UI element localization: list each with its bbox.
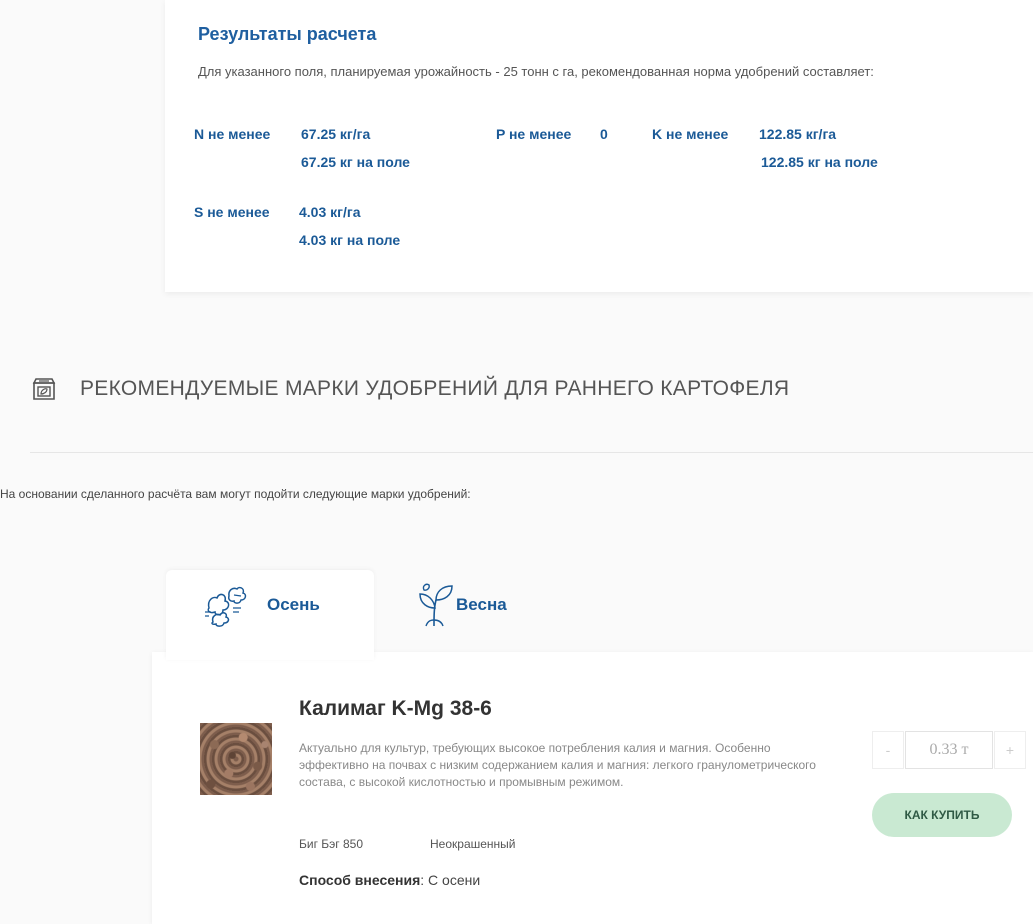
nutrient-label: S не менее [194, 204, 270, 220]
nutrient-per-ha: 67.25 кг/га [301, 126, 371, 142]
fertilizer-bag-icon [30, 374, 58, 402]
results-title: Результаты расчета [198, 24, 377, 44]
quantity-input[interactable]: 0.33 т [905, 731, 993, 769]
tab-label: Осень [267, 595, 320, 614]
intro-text: На основании сделанного расчёта вам могу… [0, 487, 471, 501]
quantity-stepper: - 0.33 т + [872, 731, 1026, 769]
product-packaging: Биг Бэг 850 [299, 837, 364, 851]
nutrient-per-field: 4.03 кг на поле [299, 232, 401, 248]
autumn-leaves-icon [203, 586, 253, 633]
product-image [200, 723, 272, 795]
section-divider [30, 452, 1033, 453]
product-description: Актуально для культур, требующих высокое… [299, 741, 816, 789]
sprout-icon [414, 582, 456, 633]
how-to-buy-button[interactable]: КАК КУПИТЬ [872, 793, 1012, 837]
tab-autumn[interactable]: Осень [166, 570, 374, 660]
nutrient-per-ha: 122.85 кг/га [759, 126, 837, 142]
nutrient-per-field: 67.25 кг на поле [301, 154, 410, 170]
product-color: Неокрашенный [430, 837, 516, 851]
results-description: Для указанного поля, планируемая урожайн… [198, 64, 874, 79]
nutrient-per-ha: 4.03 кг/га [299, 204, 361, 220]
tab-spring[interactable]: Весна [400, 570, 580, 650]
nutrient-per-field: 122.85 кг на поле [761, 154, 878, 170]
section-title: РЕКОМЕНДУЕМЫЕ МАРКИ УДОБРЕНИЙ ДЛЯ РАННЕГ… [80, 377, 790, 400]
decrement-button[interactable]: - [872, 731, 904, 769]
nutrient-label: K не менее [652, 126, 729, 142]
results-card: Результаты расчета Для указанного поля, … [165, 0, 1033, 292]
application-method-value: : С осени [420, 872, 481, 888]
nutrient-per-ha: 0 [600, 126, 608, 142]
tab-label: Весна [456, 595, 507, 614]
nutrient-label: P не менее [496, 126, 572, 142]
application-method: Способ внесения: С осени [299, 872, 480, 888]
increment-button[interactable]: + [994, 731, 1026, 769]
nutrient-label: N не менее [194, 126, 271, 142]
application-method-label: Способ внесения [299, 872, 421, 888]
product-title[interactable]: Калимаг K-Mg 38-6 [299, 697, 492, 721]
